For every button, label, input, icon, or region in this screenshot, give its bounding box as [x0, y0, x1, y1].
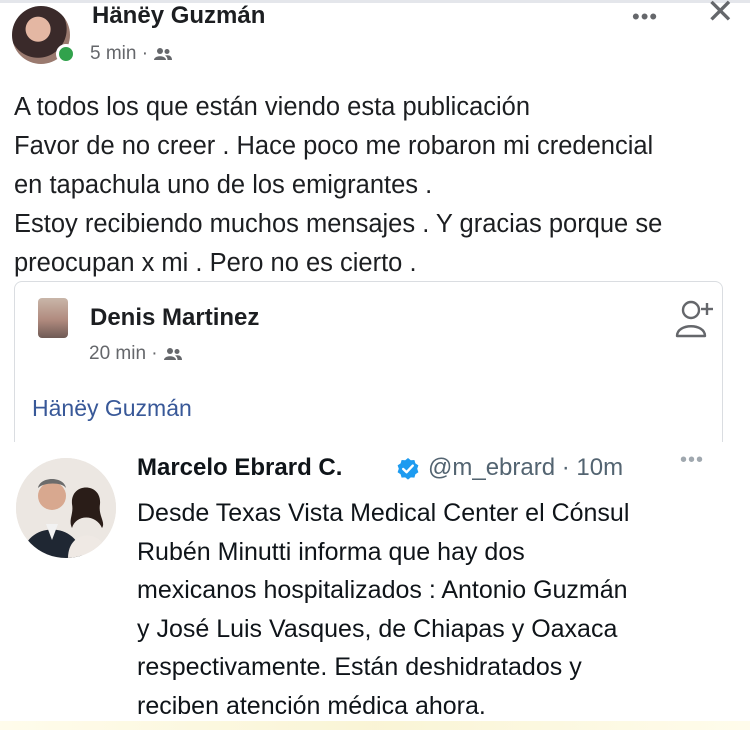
- tweet-text-line: reciben atención médica ahora.: [137, 691, 486, 720]
- shared-author-name[interactable]: Denis Martinez: [90, 304, 259, 332]
- tweet-text-line: Desde Texas Vista Medical Center el Cóns…: [137, 499, 630, 527]
- post-text-line: A todos los que están viendo esta public…: [14, 93, 531, 121]
- add-friend-icon[interactable]: [674, 296, 718, 340]
- verified-badge-icon: [397, 458, 419, 480]
- tweet-text-line: respectivamente. Están deshidratados y: [137, 653, 582, 681]
- post-meta: 5 min ·: [90, 43, 173, 65]
- post-text: A todos los que están viendo esta public…: [14, 88, 734, 283]
- post-author-name[interactable]: Hänëy Guzmán: [92, 2, 265, 30]
- tweet-text-line: y José Luis Vasques, de Chiapas y Oaxaca: [137, 614, 618, 643]
- tweet-text: Desde Texas Vista Medical Center el Cóns…: [137, 494, 737, 725]
- tweet-author-name[interactable]: Marcelo Ebrard C.: [137, 454, 342, 482]
- tweet-more-button[interactable]: •••: [680, 449, 704, 472]
- shared-post-time[interactable]: 20 min ·: [89, 343, 158, 365]
- more-options-button[interactable]: •••: [632, 4, 658, 30]
- post-text-line: en tapachula uno de los emigrantes .: [14, 171, 433, 199]
- tweet-handle-time[interactable]: @m_ebrard · 10m: [428, 454, 623, 482]
- online-status-icon: [56, 44, 76, 64]
- post-time[interactable]: 5 min ·: [90, 43, 148, 65]
- friends-icon: [154, 48, 173, 60]
- post-text-line: Favor de no creer . Hace poco me robaron…: [14, 132, 654, 160]
- post-text-line: Estoy recibiendo muchos mensajes . Y gra…: [14, 210, 663, 238]
- post-text-line: preocupan x mi . Pero no es cierto .: [14, 249, 417, 277]
- close-button[interactable]: ✕: [706, 0, 735, 32]
- tweet-avatar[interactable]: [16, 458, 116, 558]
- shared-post-meta: 20 min ·: [89, 343, 182, 365]
- tweet-avatar-photo: [16, 458, 116, 558]
- tweet-text-line: mexicanos hospitalizados : Antonio Guzmá…: [137, 576, 628, 604]
- bottom-edge: [0, 721, 750, 730]
- friends-icon: [163, 348, 182, 360]
- tagged-user-link[interactable]: Hänëy Guzmán: [32, 395, 192, 422]
- tweet-text-line: Rubén Minutti informa que hay dos: [137, 537, 525, 566]
- shared-author-avatar[interactable]: [38, 298, 68, 338]
